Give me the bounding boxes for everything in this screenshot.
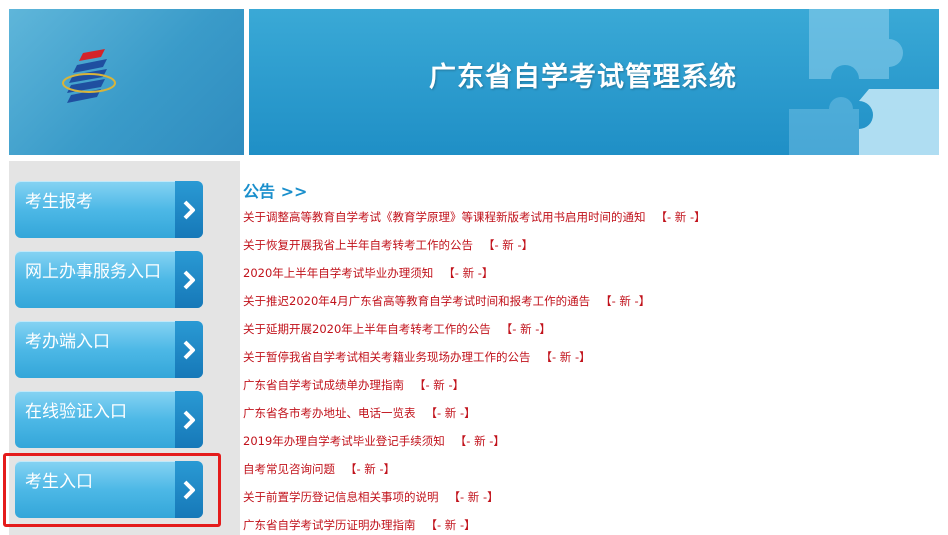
notice-link[interactable]: 关于推迟2020年4月广东省高等教育自学考试时间和报考工作的通告 【- 新 -】: [243, 291, 943, 319]
exam-authority-logo-icon: [62, 49, 116, 103]
notice-text: 广东省各市考办地址、电话一览表: [243, 406, 416, 420]
new-badge: 【- 新 -】: [500, 322, 551, 336]
chevron-right-icon: [175, 181, 203, 238]
notice-link[interactable]: 关于暂停我省自学考试相关考籍业务现场办理工作的公告 【- 新 -】: [243, 347, 943, 375]
notice-link[interactable]: 关于延期开展2020年上半年自考转考工作的公告 【- 新 -】: [243, 319, 943, 347]
notice-text: 关于推迟2020年4月广东省高等教育自学考试时间和报考工作的通告: [243, 294, 591, 308]
chevron-right-icon: [175, 251, 203, 308]
notice-text: 关于前置学历登记信息相关事项的说明: [243, 490, 439, 504]
new-badge: 【- 新 -】: [448, 490, 499, 504]
notice-text: 关于延期开展2020年上半年自考转考工作的公告: [243, 322, 491, 336]
sidebar-item-label: 考生报考: [25, 192, 93, 212]
notice-text: 2019年办理自学考试毕业登记手续须知: [243, 434, 445, 448]
notice-text: 2020年上半年自学考试毕业办理须知: [243, 266, 434, 280]
notice-text: 广东省自学考试学历证明办理指南: [243, 518, 416, 532]
new-badge: 【- 新 -】: [414, 378, 465, 392]
chevron-right-icon: [175, 321, 203, 378]
new-badge: 【- 新 -】: [443, 266, 494, 280]
notice-link[interactable]: 2020年上半年自学考试毕业办理须知 【- 新 -】: [243, 263, 943, 291]
notice-link[interactable]: 广东省自学考试学历证明办理指南 【- 新 -】: [243, 515, 943, 535]
system-title: 广东省自学考试管理系统: [429, 62, 737, 93]
sidebar-item-online-services[interactable]: 网上办事服务入口: [15, 251, 203, 308]
notice-list: 关于调整高等教育自学考试《教育学原理》等课程新版考试用书启用时间的通知 【- 新 …: [243, 207, 943, 535]
sidebar-item-online-verification[interactable]: 在线验证入口: [15, 391, 203, 448]
new-badge: 【- 新 -】: [655, 210, 706, 224]
new-badge: 【- 新 -】: [425, 406, 476, 420]
header-logo-panel: [9, 9, 244, 155]
new-badge: 【- 新 -】: [454, 434, 505, 448]
sidebar-item-label: 考办端入口: [25, 332, 110, 352]
notice-link[interactable]: 2019年办理自学考试毕业登记手续须知 【- 新 -】: [243, 431, 943, 459]
notice-link[interactable]: 关于前置学历登记信息相关事项的说明 【- 新 -】: [243, 487, 943, 515]
notice-text: 广东省自学考试成绩单办理指南: [243, 378, 404, 392]
sidebar: 考生报考 网上办事服务入口 考办端入口 在线验证入口 考生入口: [9, 161, 240, 535]
chevron-right-icon: [175, 391, 203, 448]
sidebar-item-candidate-registration[interactable]: 考生报考: [15, 181, 203, 238]
notice-text: 关于调整高等教育自学考试《教育学原理》等课程新版考试用书启用时间的通知: [243, 210, 646, 224]
notice-section-title: 公告 >>: [243, 182, 308, 201]
sidebar-item-candidate-portal[interactable]: 考生入口: [15, 461, 203, 518]
notice-text: 关于暂停我省自学考试相关考籍业务现场办理工作的公告: [243, 350, 531, 364]
notice-link[interactable]: 广东省各市考办地址、电话一览表 【- 新 -】: [243, 403, 943, 431]
new-badge: 【- 新 -】: [483, 238, 534, 252]
notice-link[interactable]: 关于调整高等教育自学考试《教育学原理》等课程新版考试用书启用时间的通知 【- 新 …: [243, 207, 943, 235]
sidebar-item-label: 在线验证入口: [25, 402, 127, 422]
header-banner: 广东省自学考试管理系统: [249, 9, 939, 155]
notice-link[interactable]: 自考常见咨询问题 【- 新 -】: [243, 459, 943, 487]
new-badge: 【- 新 -】: [345, 462, 396, 476]
notice-text: 自考常见咨询问题: [243, 462, 335, 476]
sidebar-item-label: 网上办事服务入口: [25, 262, 161, 282]
sidebar-item-exam-office[interactable]: 考办端入口: [15, 321, 203, 378]
new-badge: 【- 新 -】: [540, 350, 591, 364]
notice-text: 关于恢复开展我省上半年自考转考工作的公告: [243, 238, 473, 252]
new-badge: 【- 新 -】: [425, 518, 476, 532]
chevron-right-icon: [175, 461, 203, 518]
puzzle-decoration-icon: [789, 9, 939, 155]
notice-link[interactable]: 广东省自学考试成绩单办理指南 【- 新 -】: [243, 375, 943, 403]
sidebar-item-label: 考生入口: [25, 472, 93, 492]
notice-link[interactable]: 关于恢复开展我省上半年自考转考工作的公告 【- 新 -】: [243, 235, 943, 263]
new-badge: 【- 新 -】: [600, 294, 651, 308]
